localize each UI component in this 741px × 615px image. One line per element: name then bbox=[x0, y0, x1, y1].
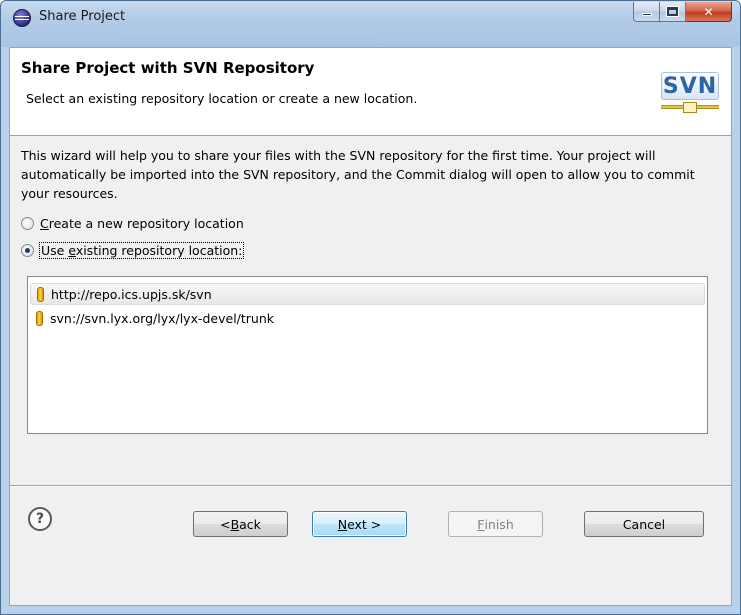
create-new-location-radio[interactable] bbox=[21, 217, 34, 230]
svn-logo: SVN bbox=[661, 72, 719, 120]
maximize-button[interactable] bbox=[660, 2, 686, 22]
list-item[interactable]: http://repo.ics.upjs.sk/svn bbox=[30, 283, 705, 305]
repository-icon bbox=[37, 286, 44, 302]
use-existing-location-radio[interactable] bbox=[21, 244, 34, 257]
title-bar[interactable]: Share Project ✕ bbox=[1, 1, 740, 47]
close-icon: ✕ bbox=[703, 4, 714, 19]
list-item[interactable]: svn://svn.lyx.org/lyx/lyx-devel/trunk bbox=[30, 307, 705, 329]
button-bar-separator bbox=[10, 485, 731, 487]
svn-logo-text: SVN bbox=[661, 72, 719, 100]
next-button[interactable]: Next > bbox=[312, 511, 407, 537]
wizard-banner: Share Project with SVN Repository Select… bbox=[10, 48, 731, 136]
minimize-icon bbox=[641, 13, 652, 16]
window-controls: ✕ bbox=[633, 2, 732, 22]
svn-logo-knob bbox=[683, 102, 697, 113]
create-new-location-option[interactable]: Create a new repository location bbox=[21, 216, 244, 231]
help-icon: ? bbox=[35, 511, 45, 527]
cancel-button[interactable]: Cancel bbox=[584, 511, 704, 537]
finish-button[interactable]: Finish bbox=[448, 511, 543, 537]
window-title: Share Project bbox=[39, 9, 126, 24]
repository-list[interactable]: http://repo.ics.upjs.sk/svn svn://svn.ly… bbox=[27, 276, 708, 434]
share-project-dialog: Share Project ✕ Share Project with SVN R… bbox=[0, 0, 741, 615]
close-button[interactable]: ✕ bbox=[686, 2, 732, 22]
back-button[interactable]: < Back bbox=[193, 511, 288, 537]
minimize-button[interactable] bbox=[633, 2, 660, 22]
use-existing-location-label: Use existing repository location: bbox=[38, 242, 245, 259]
banner-title: Share Project with SVN Repository bbox=[21, 59, 315, 77]
create-new-location-label: Create a new repository location bbox=[40, 216, 244, 231]
dialog-content: Share Project with SVN Repository Select… bbox=[9, 47, 732, 606]
eclipse-icon bbox=[13, 9, 31, 27]
maximize-icon bbox=[666, 6, 679, 17]
wizard-description: This wizard will help you to share your … bbox=[21, 148, 695, 201]
repository-url: svn://svn.lyx.org/lyx/lyx-devel/trunk bbox=[50, 310, 275, 326]
repository-url: http://repo.ics.upjs.sk/svn bbox=[51, 286, 212, 302]
help-button[interactable]: ? bbox=[28, 507, 52, 531]
use-existing-location-option[interactable]: Use existing repository location: bbox=[21, 242, 245, 259]
repository-icon bbox=[36, 310, 43, 326]
banner-subtitle: Select an existing repository location o… bbox=[26, 91, 418, 106]
